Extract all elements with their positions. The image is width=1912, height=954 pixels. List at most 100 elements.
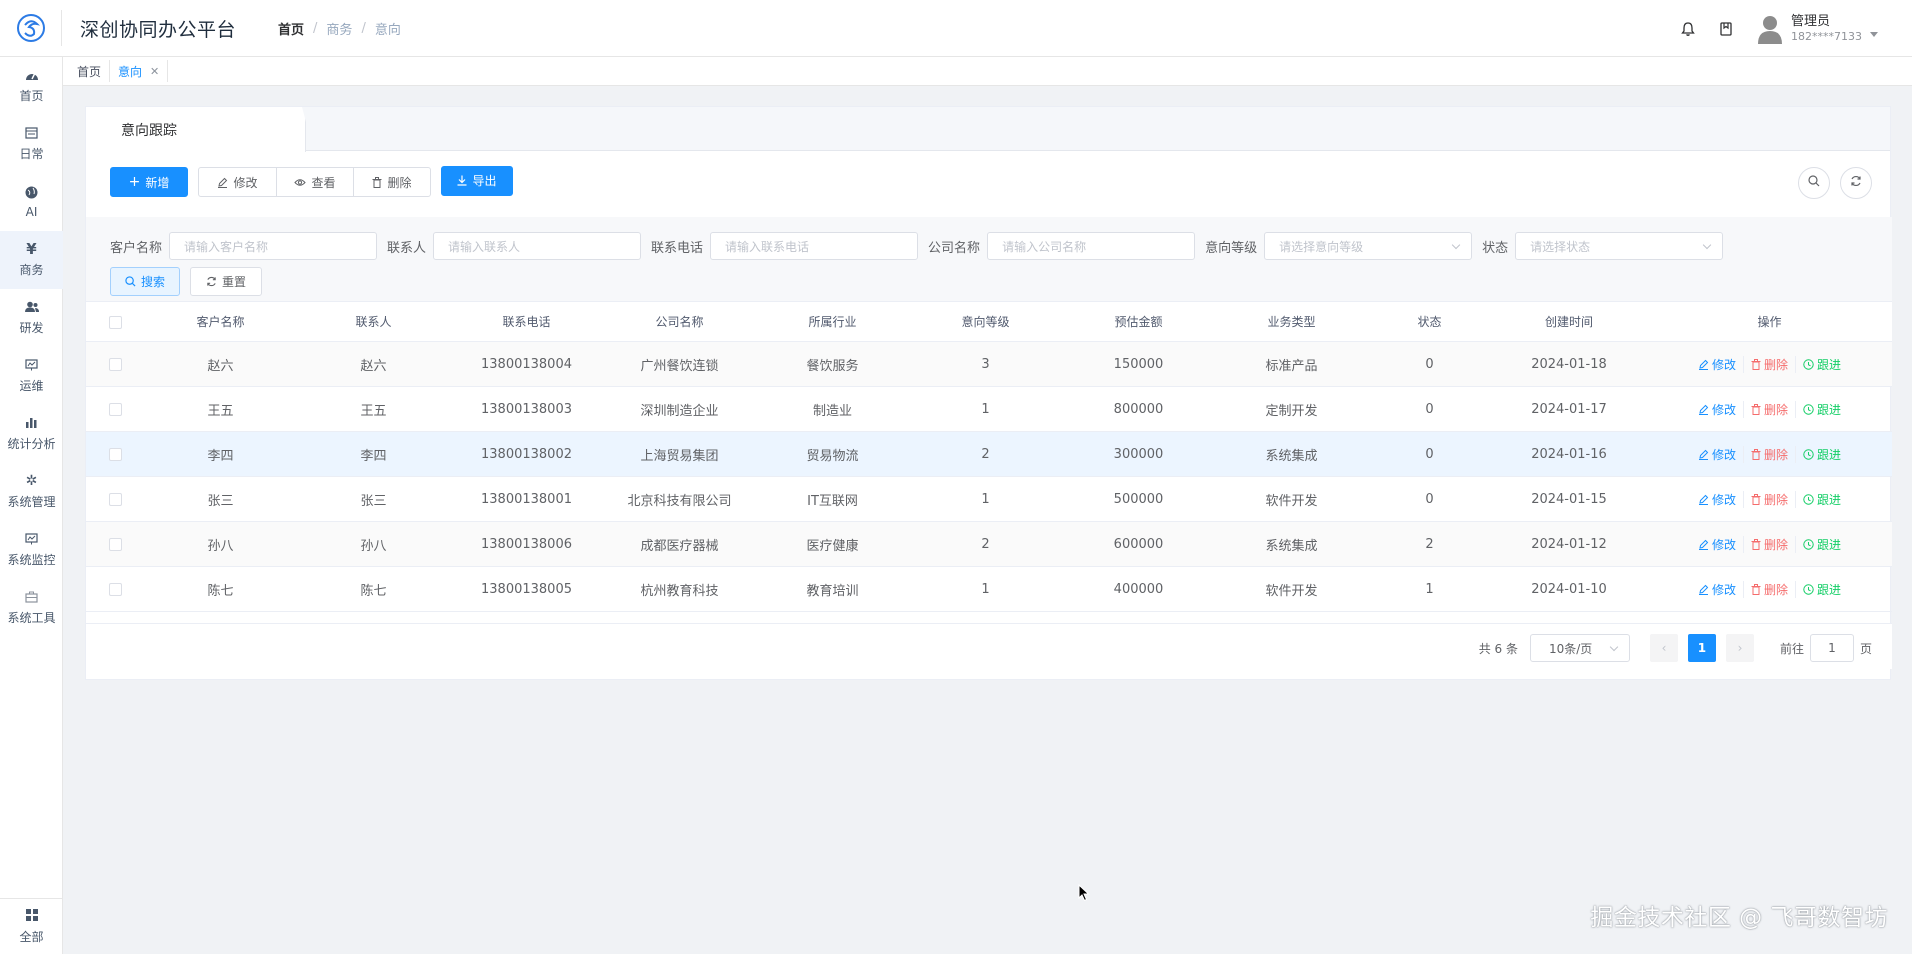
table-cell: 2 <box>909 521 1062 567</box>
row-delete-button[interactable]: 删除 <box>1742 535 1796 553</box>
column-header[interactable]: 客户名称 <box>144 301 297 342</box>
close-icon[interactable]: ✕ <box>150 65 159 78</box>
row-edit-label: 修改 <box>1711 402 1736 417</box>
phone-input[interactable]: 请输入联系电话 <box>710 232 919 260</box>
row-follow-button[interactable]: 跟进 <box>1796 401 1848 418</box>
add-button[interactable]: + 新增 <box>110 167 188 197</box>
company-name-input[interactable]: 请输入公司名称 <box>987 232 1196 260</box>
column-header[interactable]: 联系人 <box>297 301 450 342</box>
table-row[interactable]: 陈七 陈七 13800138005 杭州教育科技 教育培训 1 400000 软件开发 1 202… <box>86 566 1892 612</box>
user-menu[interactable]: 管理员 182****7133 <box>1757 14 1878 44</box>
row-follow-button[interactable]: 跟进 <box>1796 446 1848 463</box>
customer-name-input[interactable]: 请输入客户名称 <box>169 232 378 260</box>
column-header[interactable]: 意向等级 <box>909 301 1062 342</box>
table-row[interactable]: 张三 张三 13800138001 北京科技有限公司 IT互联网 1 500000 软件开发 0… <box>86 476 1892 522</box>
column-header[interactable]: 所属行业 <box>756 301 909 342</box>
sidebar-item-daily[interactable]: 日常 <box>0 115 63 173</box>
sidebar-item-rnd[interactable]: 研发 <box>0 289 63 347</box>
row-follow-button[interactable]: 跟进 <box>1796 581 1848 598</box>
yen-icon: ¥ <box>26 240 37 258</box>
row-delete-button[interactable]: 删除 <box>1742 355 1796 373</box>
toggle-search-button[interactable] <box>1798 167 1830 199</box>
row-follow-button[interactable]: 跟进 <box>1796 491 1848 508</box>
row-checkbox[interactable] <box>108 492 122 506</box>
row-follow-button[interactable]: 跟进 <box>1796 356 1848 373</box>
row-delete-button[interactable]: 删除 <box>1742 490 1796 508</box>
sidebar-item-system-manage[interactable]: ✲ 系统管理 <box>0 463 63 521</box>
row-edit-button[interactable]: 修改 <box>1691 356 1743 373</box>
edit-button[interactable]: 修改 <box>198 167 277 197</box>
table-row[interactable]: 孙八 孙八 13800138006 成都医疗器械 医疗健康 2 600000 系统集成 2 202… <box>86 521 1892 567</box>
tab-intention-tracking[interactable]: 意向跟踪 <box>86 107 306 152</box>
row-edit-button[interactable]: 修改 <box>1691 581 1743 598</box>
sidebar-item-label: 商务 <box>19 263 44 277</box>
app-logo[interactable] <box>0 10 62 46</box>
column-header[interactable]: 公司名称 <box>603 301 756 342</box>
sidebar-item-system-tools[interactable]: 系统工具 <box>0 579 63 637</box>
row-delete-button[interactable]: 删除 <box>1742 445 1796 463</box>
view-button[interactable]: 查看 <box>276 167 354 197</box>
contact-input[interactable]: 请输入联系人 <box>433 232 642 260</box>
row-edit-button[interactable]: 修改 <box>1691 401 1743 418</box>
column-header[interactable]: 创建时间 <box>1491 301 1647 342</box>
column-header[interactable]: 状态 <box>1368 301 1491 342</box>
row-checkbox[interactable] <box>108 537 122 551</box>
row-actions: 修改 删除 跟进 <box>1647 535 1892 553</box>
row-checkbox[interactable] <box>108 402 122 416</box>
prev-page-button[interactable]: ‹ <box>1649 634 1678 662</box>
row-follow-button[interactable]: 跟进 <box>1796 536 1848 553</box>
table-cell: 软件开发 <box>1215 476 1368 522</box>
sidebar-all-button[interactable]: 全部 <box>0 898 63 954</box>
sidebar-item-label: 运维 <box>19 379 44 393</box>
row-delete-button[interactable]: 删除 <box>1742 580 1796 598</box>
sidebar-item-business[interactable]: ¥ 商务 <box>0 231 63 289</box>
notification-bell-icon[interactable] <box>1669 0 1707 57</box>
sidebar-item-ai[interactable]: AI <box>0 173 63 231</box>
column-header[interactable]: 联系电话 <box>450 301 603 342</box>
next-page-button[interactable]: › <box>1725 634 1754 662</box>
logo-icon <box>16 14 45 42</box>
sidebar-item-analytics[interactable]: 统计分析 <box>0 405 63 463</box>
table-row[interactable]: 赵六 赵六 13800138004 广州餐饮连锁 餐饮服务 3 150000 标准产品 0 202… <box>86 341 1892 387</box>
sidebar-item-home[interactable]: 首页 <box>0 57 63 115</box>
row-delete-button[interactable]: 删除 <box>1742 400 1796 418</box>
table-cell: 0 <box>1368 431 1491 477</box>
column-header[interactable]: 业务类型 <box>1215 301 1368 342</box>
breadcrumb-item-business[interactable]: 商务 <box>326 19 352 38</box>
trash-icon <box>1751 358 1761 370</box>
row-checkbox[interactable] <box>108 582 122 596</box>
eye-icon <box>294 178 307 187</box>
page-size-select[interactable]: 10条/页 <box>1529 634 1630 662</box>
export-button[interactable]: 导出 <box>441 165 513 196</box>
watermark: 掘金技术社区 @ 飞哥数智坊 <box>1590 905 1888 931</box>
tag-home[interactable]: 首页 <box>69 60 111 82</box>
table-row[interactable]: 王五 王五 13800138003 深圳制造企业 制造业 1 800000 定制开发 0 2024… <box>86 386 1892 432</box>
user-name: 管理员 <box>1791 13 1831 29</box>
delete-button-label: 删除 <box>387 175 412 190</box>
delete-button[interactable]: 删除 <box>353 167 431 197</box>
sidebar-item-ops[interactable]: 运维 <box>0 347 63 405</box>
sidebar-item-system-monitor[interactable]: 系统监控 <box>0 521 63 579</box>
intention-level-select[interactable]: 请选择意向等级 <box>1264 232 1473 260</box>
row-actions: 修改 删除 跟进 <box>1647 490 1892 508</box>
row-checkbox[interactable] <box>108 447 122 461</box>
tag-intention[interactable]: 意向 ✕ <box>110 60 169 82</box>
column-header: 操作 <box>1647 301 1892 342</box>
table-cell: 贸易物流 <box>756 431 909 477</box>
status-select[interactable]: 请选择状态 <box>1515 232 1724 260</box>
column-header[interactable]: 预估金额 <box>1062 301 1215 342</box>
row-edit-button[interactable]: 修改 <box>1691 536 1743 553</box>
goto-page-input[interactable]: 1 <box>1809 634 1854 662</box>
row-checkbox[interactable] <box>108 357 122 371</box>
breadcrumb-item-home[interactable]: 首页 <box>278 19 304 38</box>
page-number-1[interactable]: 1 <box>1687 634 1716 662</box>
select-all-checkbox[interactable] <box>108 315 122 329</box>
search-button[interactable]: 搜索 <box>110 267 181 296</box>
row-edit-button[interactable]: 修改 <box>1691 446 1743 463</box>
sidebar-all-label: 全部 <box>19 929 44 944</box>
table-row[interactable]: 李四 李四 13800138002 上海贸易集团 贸易物流 2 300000 系统集成 0 202… <box>86 431 1892 477</box>
document-icon[interactable] <box>1707 0 1745 57</box>
row-edit-button[interactable]: 修改 <box>1691 491 1743 508</box>
refresh-button[interactable] <box>1840 167 1872 199</box>
reset-button[interactable]: 重置 <box>190 267 263 296</box>
